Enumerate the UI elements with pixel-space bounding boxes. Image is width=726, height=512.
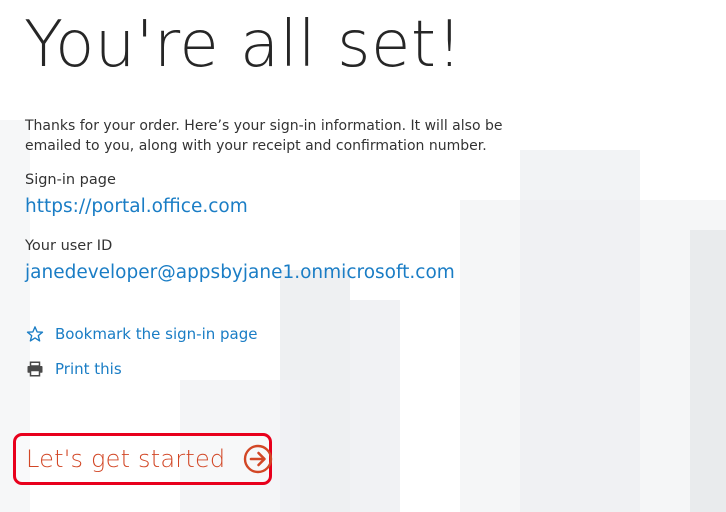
- intro-text: Thanks for your order. Here’s your sign-…: [25, 118, 503, 154]
- signin-page-link[interactable]: https://portal.office.com: [25, 194, 248, 220]
- star-outline-icon: [25, 324, 45, 344]
- print-label: Print this: [55, 360, 122, 378]
- page-title: You're all set!: [24, 8, 463, 82]
- signin-page-label: Sign-in page: [25, 172, 116, 188]
- bookmark-label: Bookmark the sign-in page: [55, 325, 258, 343]
- print-link[interactable]: Print this: [25, 357, 122, 381]
- cta-label: Let's get started: [26, 445, 226, 473]
- confirmation-panel: You're all set! Thanks for your order. H…: [0, 0, 726, 512]
- printer-icon: [25, 359, 45, 379]
- user-id-label: Your user ID: [25, 238, 113, 254]
- arrow-circle-right-icon: [243, 444, 273, 474]
- lets-get-started-button[interactable]: Let's get started: [13, 433, 273, 485]
- bookmark-signin-link[interactable]: Bookmark the sign-in page: [25, 322, 257, 346]
- user-id-value[interactable]: janedeveloper@appsbyjane1.onmicrosoft.co…: [25, 260, 455, 286]
